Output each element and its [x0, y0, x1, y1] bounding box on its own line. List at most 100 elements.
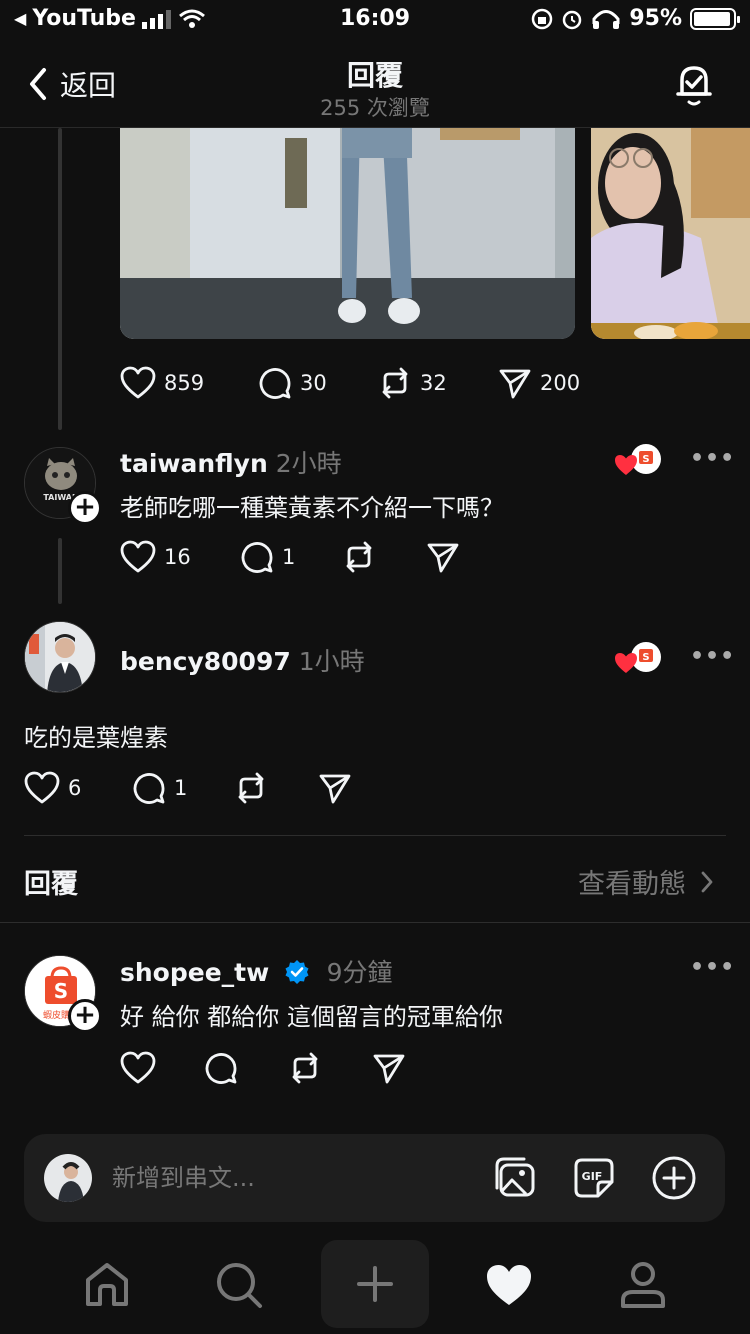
post-photo-2[interactable] [591, 128, 750, 339]
add-photo-button[interactable] [492, 1154, 540, 1206]
send-icon [319, 774, 351, 804]
comment-count: 1 [282, 545, 296, 569]
more-options-icon[interactable]: ••• [690, 644, 735, 669]
nav-search[interactable] [214, 1260, 264, 1314]
comment-count: 1 [174, 776, 188, 800]
heart-filled-icon [487, 1265, 531, 1305]
share-button[interactable] [426, 540, 460, 574]
post-photo-image [120, 128, 575, 339]
divider [0, 922, 750, 923]
image-gallery-icon [495, 1157, 535, 1197]
alarm-icon [563, 10, 582, 29]
post-photo-2-image [591, 128, 750, 339]
nav-home[interactable] [82, 1260, 132, 1314]
liked-by-author-badge: S [614, 443, 661, 477]
comment-button[interactable]: 30 [258, 366, 378, 400]
heart-icon [24, 771, 60, 804]
reply-input[interactable] [112, 1156, 472, 1200]
follow-plus-button[interactable]: + [68, 999, 102, 1033]
add-more-button[interactable] [650, 1154, 698, 1206]
like-count: 16 [164, 545, 191, 569]
comment-button[interactable]: 1 [132, 771, 234, 805]
comment-text: 好 給你 都給你 這個留言的冠軍給你 [120, 1003, 503, 1031]
bency80097-avatar-image [25, 622, 95, 692]
heart-icon [120, 366, 156, 399]
rotation-lock-icon [532, 8, 553, 29]
replies-heading: 回覆 [24, 869, 78, 900]
chevron-right-icon [701, 871, 713, 892]
comment-username[interactable]: taiwanflyn 2小時 [120, 444, 342, 480]
svg-text:GIF: GIF [582, 1170, 603, 1183]
more-options-icon[interactable]: ••• [690, 955, 735, 980]
heart-icon [120, 540, 156, 573]
more-options-icon[interactable]: ••• [690, 446, 735, 471]
follow-plus-button[interactable]: + [68, 491, 102, 525]
repost-icon [382, 367, 408, 399]
comment-bubble-icon [205, 1053, 237, 1084]
view-activity-label: 查看動態 [578, 869, 686, 900]
home-icon [86, 1263, 128, 1306]
shopee-like-badge-icon: S [615, 444, 661, 475]
repost-button[interactable] [234, 771, 318, 805]
like-button[interactable]: 859 [120, 366, 258, 400]
comment-username[interactable]: shopee_tw 9分鐘 [120, 953, 393, 989]
comment-bubble-icon [133, 773, 165, 804]
repost-icon [292, 1052, 318, 1084]
page-title: 回覆 [346, 59, 403, 92]
repost-button[interactable] [288, 1051, 372, 1085]
comment-count: 30 [300, 371, 327, 395]
svg-text:S: S [54, 979, 68, 1003]
svg-text:S: S [642, 652, 649, 663]
nav-activity[interactable] [484, 1260, 534, 1314]
svg-text:S: S [642, 454, 649, 465]
username-text: bency80097 [120, 647, 291, 676]
like-button[interactable]: 16 [120, 540, 240, 574]
repost-count: 32 [420, 371, 447, 395]
comment-time: 1小時 [298, 647, 365, 676]
avatar[interactable] [24, 621, 96, 693]
comment-button[interactable]: 1 [240, 540, 342, 574]
share-button[interactable]: 200 [498, 366, 580, 400]
share-button[interactable] [372, 1051, 406, 1085]
status-bar: ◀ YouTube 16:09 95% [0, 0, 750, 40]
repost-button[interactable]: 32 [378, 366, 498, 400]
post-photo[interactable] [120, 128, 575, 339]
repost-icon [238, 772, 264, 804]
comment-username[interactable]: bency80097 1小時 [120, 642, 365, 678]
like-button[interactable] [120, 1051, 204, 1085]
comment-time: 9分鐘 [326, 958, 393, 987]
username-text: taiwanflyn [120, 449, 268, 478]
comment-button[interactable] [204, 1051, 288, 1085]
view-activity-link[interactable]: 查看動態 [578, 862, 714, 901]
view-count: 255 次瀏覽 [320, 96, 430, 120]
comment-actions: 6 1 [24, 771, 352, 805]
heart-icon [120, 1051, 156, 1084]
verified-badge-icon [285, 960, 309, 984]
like-count: 6 [68, 776, 82, 800]
bottom-navigation [0, 1240, 750, 1334]
like-count: 859 [164, 371, 205, 395]
send-icon [373, 1054, 405, 1084]
repost-button[interactable] [342, 540, 426, 574]
headphones-icon [592, 9, 620, 29]
comment-text: 吃的是葉煌素 [24, 724, 168, 752]
add-gif-button[interactable]: GIF [570, 1154, 618, 1206]
nav-profile[interactable] [618, 1260, 668, 1314]
repost-icon [346, 541, 372, 573]
like-button[interactable]: 6 [24, 771, 132, 805]
shopee-like-badge-icon: S [615, 642, 661, 673]
my-avatar [44, 1154, 92, 1202]
thread-line [58, 128, 62, 430]
notification-subscribe-button[interactable] [672, 62, 716, 110]
battery-percent: 95% [629, 6, 682, 31]
share-button[interactable] [318, 771, 352, 805]
divider [24, 835, 726, 836]
bell-check-icon [676, 66, 712, 106]
comment-bubble-icon [259, 368, 291, 399]
liked-by-author-badge: S [614, 641, 661, 675]
battery-icon [690, 7, 740, 30]
comment-bubble-icon [241, 542, 273, 573]
comment-text: 老師吃哪一種葉黃素不介紹一下嗎？ [120, 494, 504, 522]
nav-new-thread[interactable] [321, 1240, 429, 1328]
share-count: 200 [540, 371, 581, 395]
